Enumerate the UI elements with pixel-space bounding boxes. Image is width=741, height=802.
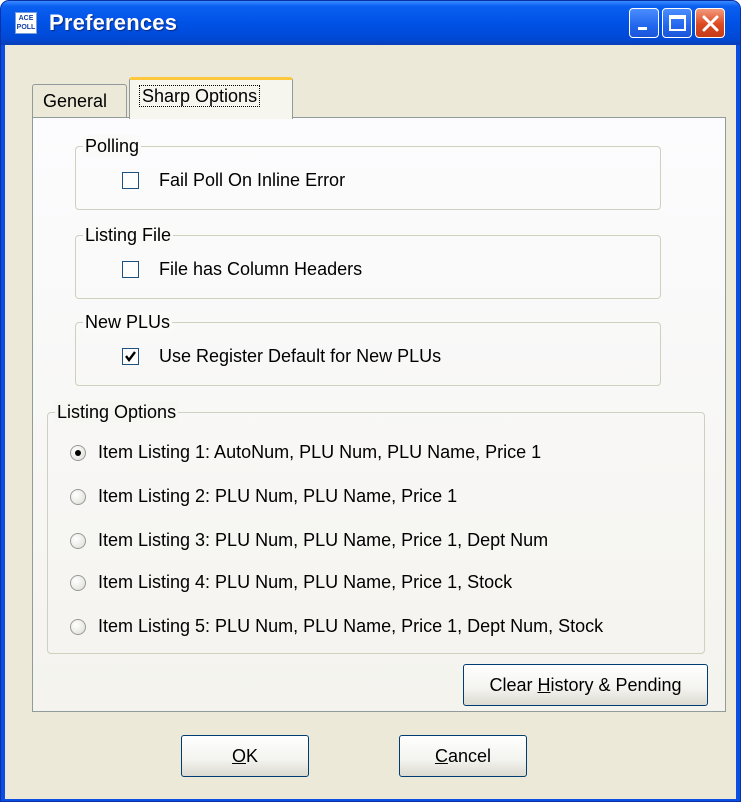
close-icon	[702, 15, 719, 32]
item-listing-5-radio[interactable]	[70, 619, 86, 635]
fail-poll-label: Fail Poll On Inline Error	[159, 170, 346, 190]
column-headers-label: File has Column Headers	[159, 259, 363, 279]
register-default-label: Use Register Default for New PLUs	[159, 346, 442, 366]
minimize-button[interactable]	[629, 8, 659, 38]
clear-history-label-a: Clear	[489, 675, 538, 695]
cancel-mnemonic: C	[434, 746, 448, 766]
ok-mnemonic: O	[231, 746, 246, 766]
dialog-client-area: General Sharp Options Polling Fail Poll …	[5, 45, 736, 799]
checkmark-icon	[125, 351, 136, 362]
clear-history-button[interactable]: Clear History & Pending	[463, 664, 708, 706]
column-headers-checkbox[interactable]	[122, 261, 139, 278]
polling-group: Polling Fail Poll On Inline Error	[75, 135, 661, 210]
clear-history-label-b: istory & Pending	[550, 675, 682, 695]
fail-poll-checkbox[interactable]	[122, 172, 139, 189]
polling-group-label: Polling	[83, 135, 142, 157]
tab-sharp-options[interactable]: Sharp Options	[129, 77, 293, 119]
ok-label: K	[246, 746, 259, 766]
preferences-window: ACE POLL Preferences General Sharp Option…	[0, 0, 741, 802]
listing-file-group-label: Listing File	[83, 224, 174, 246]
item-listing-2-radio[interactable]	[70, 489, 86, 505]
app-icon[interactable]: ACE POLL	[15, 12, 37, 34]
maximize-button[interactable]	[662, 8, 692, 38]
tab-general-label: General	[43, 91, 108, 111]
minimize-icon	[638, 27, 647, 30]
tab-general[interactable]: General	[32, 84, 127, 118]
item-listing-2-label: Item Listing 2: PLU Num, PLU Name, Price…	[98, 486, 458, 506]
ok-button[interactable]: OK	[181, 735, 309, 777]
window-title: Preferences	[49, 10, 178, 35]
new-plus-group: New PLUs Use Register Default for New PL…	[75, 311, 661, 386]
cancel-button[interactable]: Cancel	[399, 735, 527, 777]
maximize-icon	[669, 15, 686, 31]
title-bar[interactable]: ACE POLL Preferences	[1, 1, 740, 45]
item-listing-3-label: Item Listing 3: PLU Num, PLU Name, Price…	[98, 530, 549, 550]
item-listing-4-radio[interactable]	[70, 575, 86, 591]
listing-options-group-label: Listing Options	[55, 401, 179, 423]
tab-panel-sharp-options: Polling Fail Poll On Inline Error Listin…	[32, 117, 726, 712]
item-listing-4-label: Item Listing 4: PLU Num, PLU Name, Price…	[98, 572, 513, 592]
item-listing-5-label: Item Listing 5: PLU Num, PLU Name, Price…	[98, 616, 604, 636]
cancel-label: ancel	[447, 746, 492, 766]
clear-history-mnemonic: H	[537, 675, 551, 695]
listing-options-group: Listing Options Item Listing 1: AutoNum,…	[47, 401, 705, 654]
item-listing-1-label: Item Listing 1: AutoNum, PLU Num, PLU Na…	[98, 442, 542, 462]
tab-sharp-options-label: Sharp Options	[138, 85, 261, 107]
new-plus-group-label: New PLUs	[83, 311, 173, 333]
listing-file-group: Listing File File has Column Headers	[75, 224, 661, 299]
item-listing-3-radio[interactable]	[70, 533, 86, 549]
item-listing-1-radio[interactable]	[70, 445, 86, 461]
close-button[interactable]	[695, 8, 725, 38]
register-default-checkbox[interactable]	[122, 348, 139, 365]
